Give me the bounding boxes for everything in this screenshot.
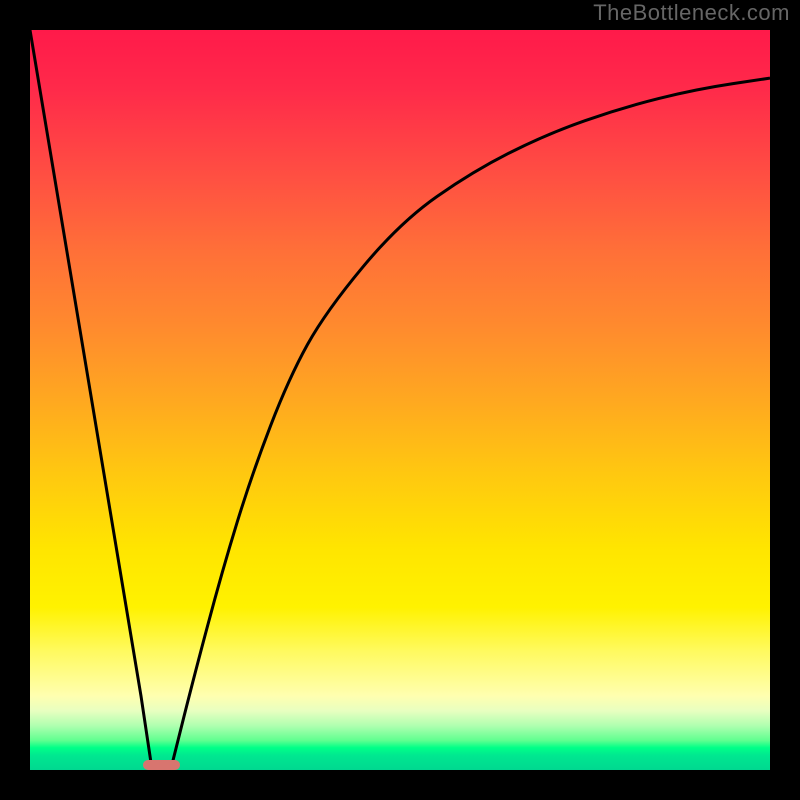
curve-layer: [30, 30, 770, 770]
optimal-marker: [143, 760, 180, 770]
watermark-text: TheBottleneck.com: [593, 0, 790, 26]
chart-frame: TheBottleneck.com: [0, 0, 800, 800]
bottleneck-curve-right: [171, 78, 770, 770]
bottleneck-curve-left: [30, 30, 152, 770]
plot-area: [30, 30, 770, 770]
